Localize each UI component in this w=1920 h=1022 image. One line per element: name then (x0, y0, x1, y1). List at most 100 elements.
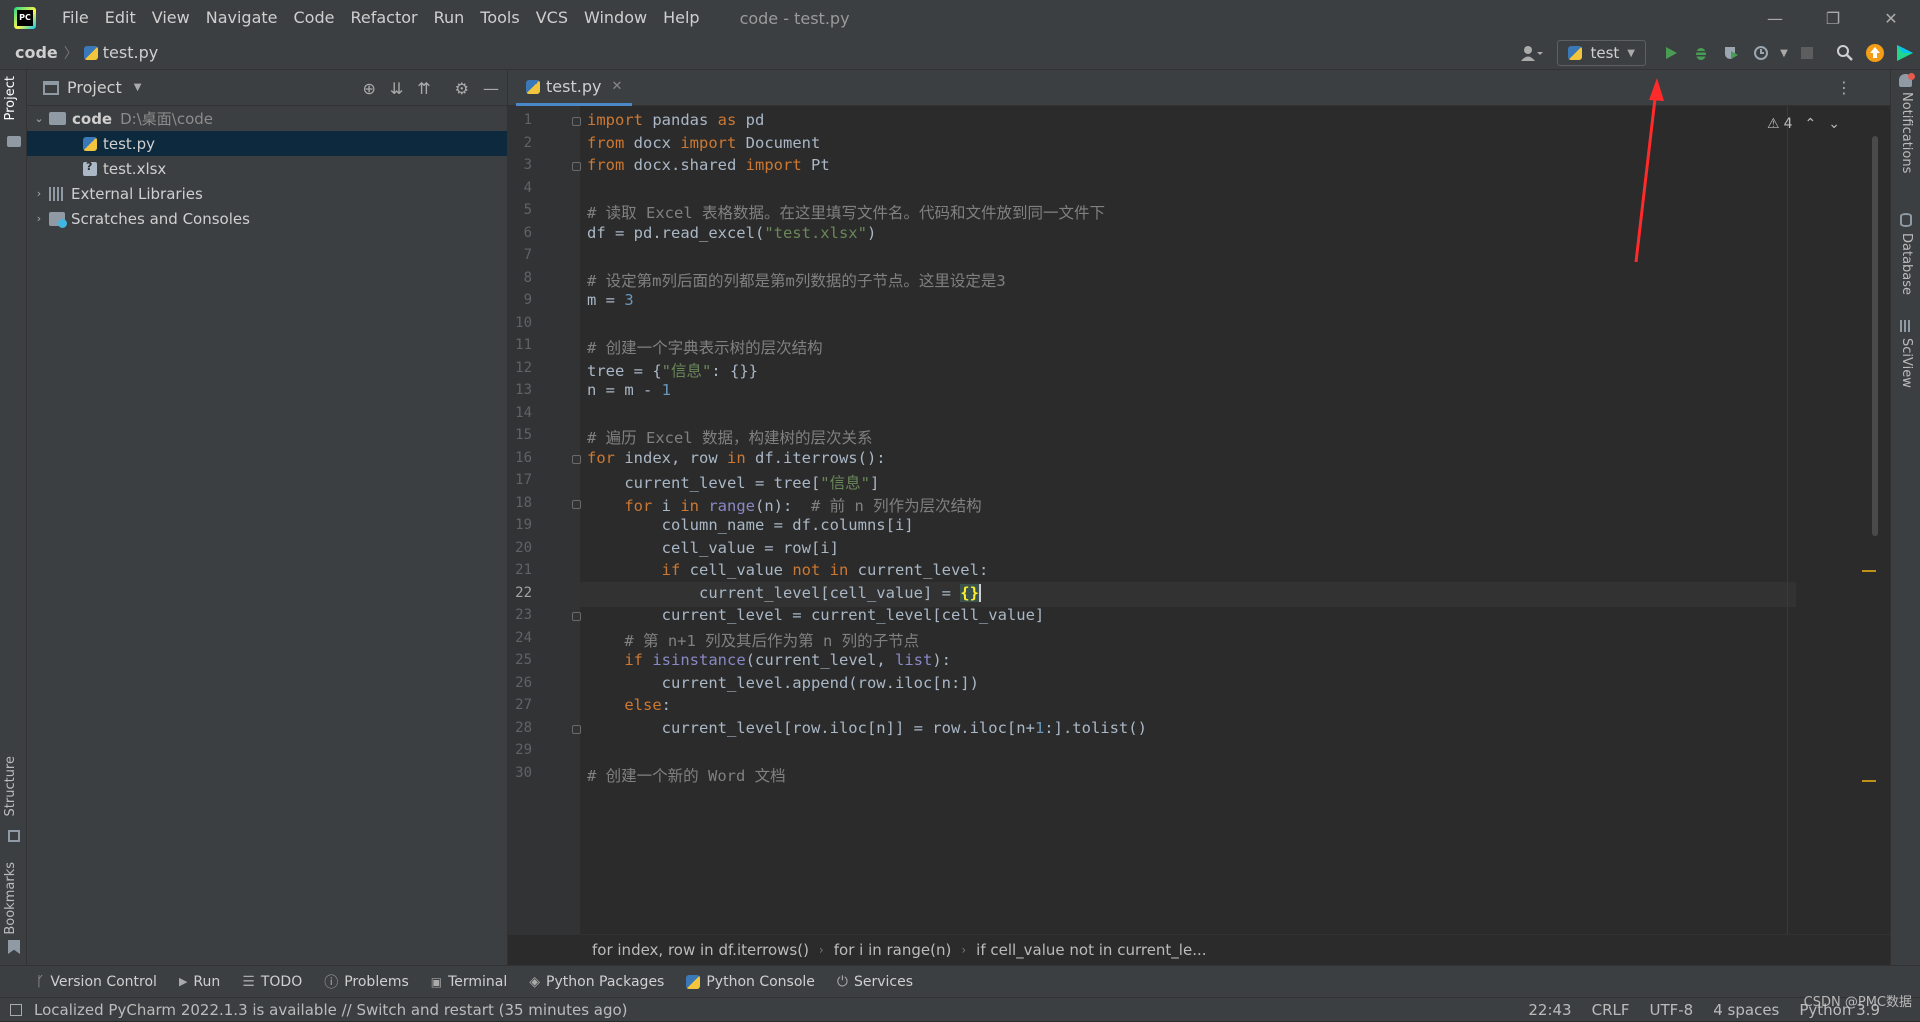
line-number[interactable]: 28 (508, 720, 532, 736)
line-number[interactable]: 16 (508, 450, 532, 466)
search-icon[interactable] (1830, 38, 1860, 68)
line-number-gutter[interactable]: 1 2 3 4 5 6 7 8 9 10 11 12 13 14 15 16 17 18 19 20 21 22 23 24 2… (508, 106, 581, 934)
tool-tab-services[interactable]: ⏻ Services (837, 974, 913, 990)
project-panel-title[interactable]: Project (67, 78, 122, 97)
close-button[interactable]: ✕ (1862, 0, 1920, 36)
fold-marker-icon[interactable] (572, 612, 581, 621)
plugin-icon[interactable] (1890, 38, 1920, 68)
code-line[interactable]: for i in range(n): # 前 n 列作为层次结构 (587, 494, 981, 516)
fold-marker-icon[interactable] (572, 162, 581, 171)
fold-marker-icon[interactable] (572, 724, 581, 734)
code-crumb[interactable]: for index, row in df.iterrows() (592, 941, 809, 959)
fold-marker-icon[interactable] (572, 499, 581, 509)
menu-help[interactable]: Help (655, 0, 707, 36)
status-square-icon[interactable] (10, 1003, 22, 1016)
tab-database[interactable]: Database (1899, 233, 1914, 295)
debug-icon[interactable] (1686, 38, 1716, 68)
line-number[interactable]: 2 (508, 135, 532, 151)
line-number[interactable]: 23 (508, 607, 532, 623)
tool-tab-python-packages[interactable]: ◈ Python Packages (529, 974, 664, 990)
more-options-icon[interactable]: ⋮ (1836, 78, 1852, 97)
code-line[interactable]: if isinstance(current_level, list): (587, 651, 951, 669)
collapse-all-icon[interactable]: ⇈ (417, 79, 430, 98)
code-line[interactable]: from docx import Document (587, 134, 820, 152)
tree-item-external-libraries[interactable]: › External Libraries (27, 181, 507, 206)
tree-item-scratches[interactable]: › Scratches and Consoles (27, 206, 507, 231)
restore-button[interactable]: ❐ (1804, 0, 1862, 36)
code-line[interactable]: current_level[cell_value] = {} (587, 583, 981, 602)
line-number[interactable]: 21 (508, 562, 532, 578)
line-number[interactable]: 13 (508, 382, 532, 398)
line-number[interactable]: 27 (508, 697, 532, 713)
line-number[interactable]: 14 (508, 405, 532, 421)
line-number[interactable]: 26 (508, 675, 532, 691)
menu-tools[interactable]: Tools (472, 0, 527, 36)
menu-vcs[interactable]: VCS (528, 0, 576, 36)
code-line[interactable]: n = m - 1 (587, 381, 671, 399)
menu-code[interactable]: Code (286, 0, 343, 36)
code-line[interactable]: m = 3 (587, 291, 634, 309)
tree-item-test-xlsx[interactable]: test.xlsx (27, 156, 507, 181)
code-line[interactable]: # 创建一个字典表示树的层次结构 (587, 336, 823, 358)
code-crumb[interactable]: for i in range(n) (834, 941, 952, 959)
fold-marker-icon[interactable] (572, 454, 581, 464)
code-line[interactable]: current_level[row.iloc[n]] = row.iloc[n+… (587, 719, 1147, 737)
menu-navigate[interactable]: Navigate (198, 0, 286, 36)
editor-scrollbar[interactable] (1872, 136, 1878, 536)
inspection-widget[interactable]: ⚠ 4 ⌃ ⌄ (1767, 116, 1840, 132)
menu-view[interactable]: View (144, 0, 198, 36)
minimize-button[interactable]: — (1746, 0, 1804, 36)
code-line[interactable]: # 创建一个新的 Word 文档 (587, 764, 786, 786)
menu-file[interactable]: File (54, 0, 97, 36)
menu-window[interactable]: Window (576, 0, 655, 36)
tab-bookmarks[interactable]: Bookmarks (3, 862, 18, 935)
line-number[interactable]: 17 (508, 472, 532, 488)
tab-notifications[interactable]: Notifications (1899, 92, 1914, 173)
expand-all-icon[interactable]: ⇊ (390, 79, 403, 98)
profile-icon[interactable] (1746, 38, 1776, 68)
code-line[interactable]: column_name = df.columns[i] (587, 516, 914, 534)
nav-crumb-file[interactable]: test.py (83, 43, 158, 62)
indent-setting[interactable]: 4 spaces (1713, 1001, 1779, 1019)
line-number[interactable]: 5 (508, 202, 532, 218)
chevron-down-icon[interactable]: ⌄ (29, 112, 49, 125)
code-line[interactable]: current_level = current_level[cell_value… (587, 606, 1045, 624)
chevron-up-icon[interactable]: ⌃ (1805, 116, 1817, 132)
code-editor[interactable]: 1 2 3 4 5 6 7 8 9 10 11 12 13 14 15 16 17 18 19 20 21 22 23 24 2… (508, 106, 1890, 934)
tab-structure[interactable]: Structure (3, 756, 18, 816)
chevron-down-icon[interactable]: ⌄ (1828, 116, 1840, 132)
line-number[interactable]: 22 (508, 585, 532, 601)
hide-panel-icon[interactable]: — (483, 79, 499, 98)
line-number[interactable]: 30 (508, 765, 532, 781)
line-number[interactable]: 19 (508, 517, 532, 533)
chevron-down-icon[interactable]: ▼ (134, 82, 142, 93)
code-line[interactable]: if cell_value not in current_level: (587, 561, 989, 579)
editor-tab-test-py[interactable]: test.py ✕ (516, 70, 633, 106)
line-number[interactable]: 9 (508, 292, 532, 308)
line-number[interactable]: 12 (508, 360, 532, 376)
line-number[interactable]: 8 (508, 270, 532, 286)
coverage-icon[interactable] (1716, 38, 1746, 68)
tab-sciview[interactable]: SciView (1899, 338, 1914, 388)
line-number[interactable]: 11 (508, 337, 532, 353)
line-number[interactable]: 18 (508, 495, 532, 511)
line-number[interactable]: 24 (508, 630, 532, 646)
locate-file-icon[interactable]: ⊕ (362, 79, 375, 98)
line-number[interactable]: 3 (508, 157, 532, 173)
line-number[interactable]: 29 (508, 742, 532, 758)
tool-tab-python-console[interactable]: Python Console (686, 974, 815, 990)
code-line[interactable]: for index, row in df.iterrows(): (587, 449, 886, 467)
tool-tab-problems[interactable]: ⓘ Problems (324, 972, 409, 992)
menu-run[interactable]: Run (426, 0, 473, 36)
update-icon[interactable] (1860, 38, 1890, 68)
nav-crumb-root[interactable]: code (15, 43, 58, 62)
tool-tab-todo[interactable]: ☰ TODO (242, 974, 302, 990)
tree-item-root[interactable]: ⌄ code D:\桌面\code (27, 106, 507, 131)
code-line[interactable]: from docx.shared import Pt (587, 156, 830, 174)
user-icon[interactable] (1517, 38, 1547, 68)
fold-marker-icon[interactable] (572, 117, 581, 126)
line-number[interactable]: 1 (508, 112, 532, 128)
menu-edit[interactable]: Edit (97, 0, 144, 36)
tree-item-test-py[interactable]: test.py (27, 131, 507, 156)
more-run-options-icon[interactable]: ▼ (1776, 38, 1792, 68)
